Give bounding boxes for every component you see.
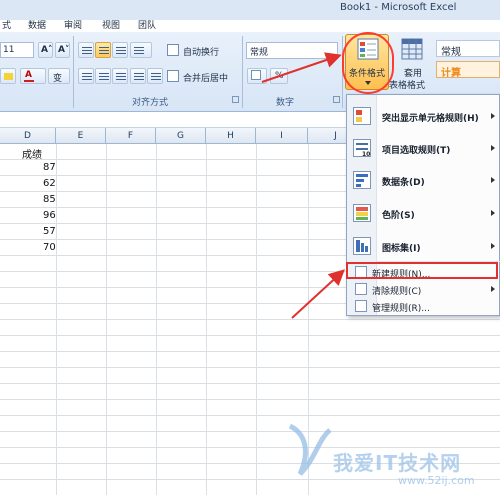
arrow-to-new-rule xyxy=(291,269,345,319)
watermark-text: 我爱IT技术网 xyxy=(333,451,462,475)
watermark-url: www.52ij.com xyxy=(398,474,475,487)
arrow-to-button xyxy=(261,52,342,83)
annotation-arrows xyxy=(261,52,345,319)
watermark-logo-icon xyxy=(288,423,332,476)
